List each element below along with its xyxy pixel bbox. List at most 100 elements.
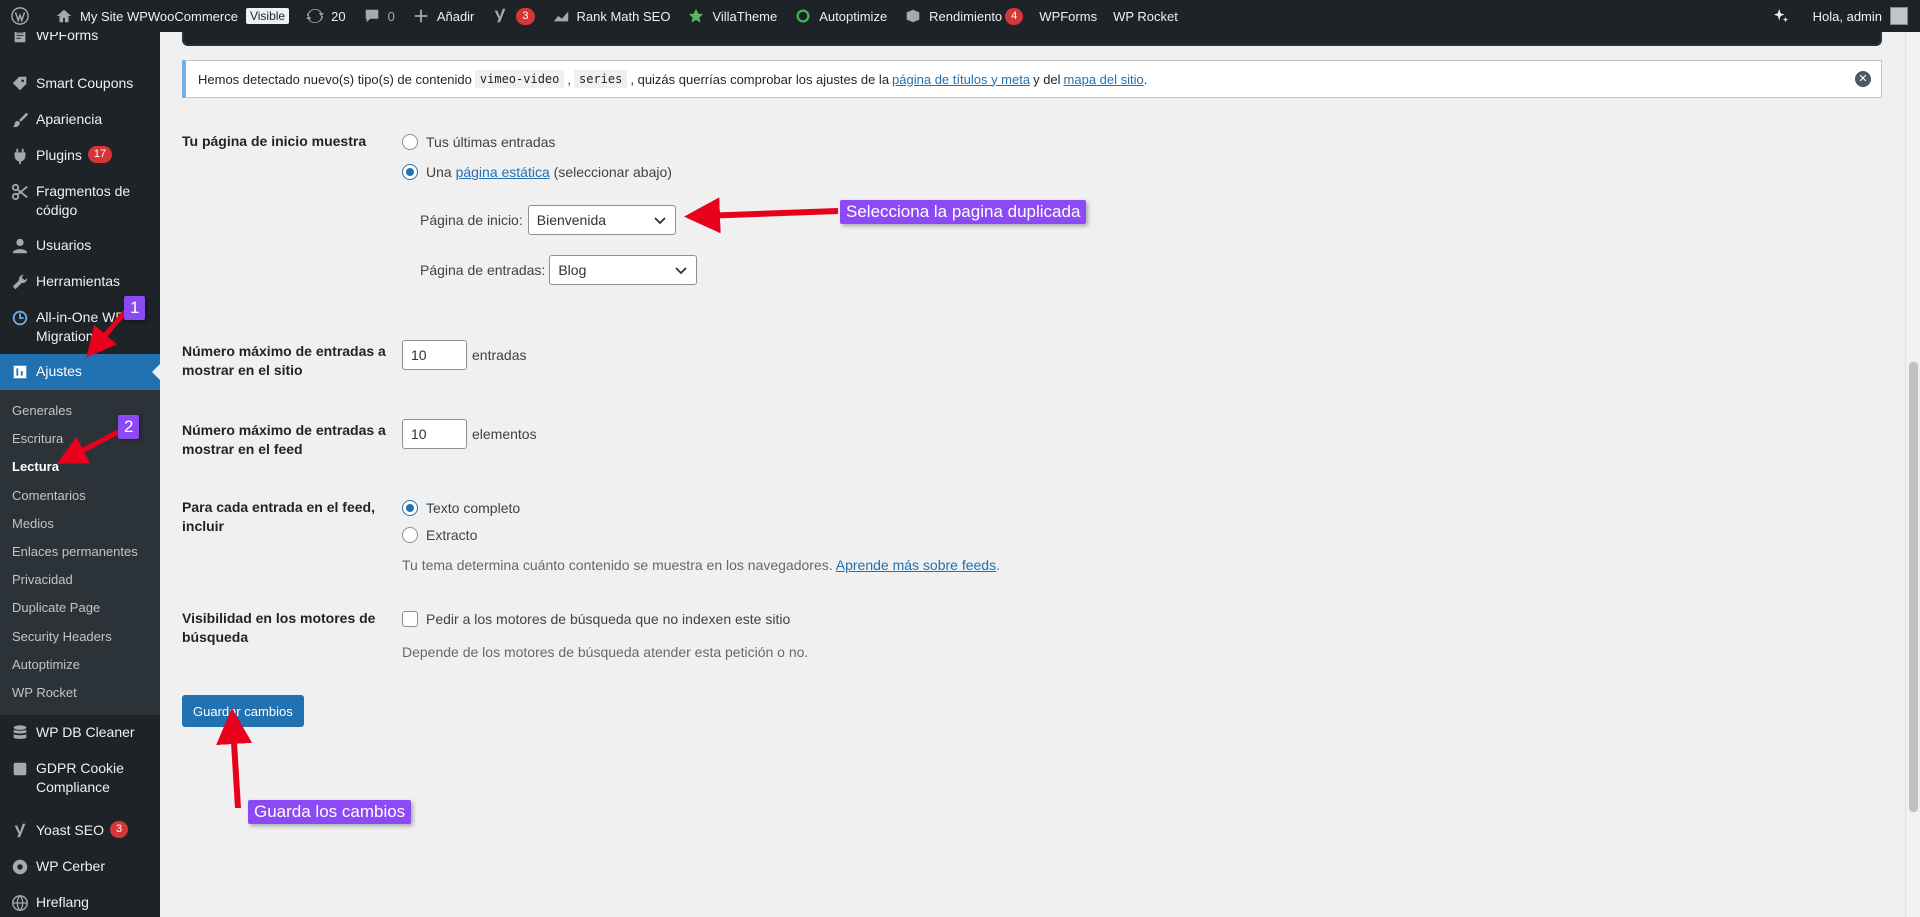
noindex-checkbox[interactable] [402,611,418,627]
submenu-enlaces-permanentes[interactable]: Enlaces permanentes [0,538,160,566]
menu-label: Ajustes [36,363,82,379]
menu-label: Yoast SEO [36,822,104,839]
rss-excerpt-options: Texto completo Extracto Tu tema determin… [402,498,1102,573]
rendimiento-label: Rendimiento [929,8,1003,24]
wrench-icon [10,272,30,292]
titles-meta-link[interactable]: página de títulos y meta [892,72,1030,87]
updates-menu[interactable]: 20 [297,0,353,32]
submenu-lectura[interactable]: Lectura [0,453,160,481]
desc-text: . [996,557,1000,573]
learn-feeds-link[interactable]: Aprende más sobre feeds [836,557,996,573]
posts-page-select[interactable]: Blog [549,255,698,285]
submenu-autoptimize[interactable]: Autoptimize [0,651,160,679]
home-icon [54,6,74,26]
submenu-wp-rocket[interactable]: WP Rocket [0,679,160,707]
ai-sparkle-menu[interactable] [1763,0,1805,32]
menu-wpforms[interactable]: WPForms [0,32,160,54]
save-changes-button[interactable]: Guardar cambios [182,695,304,727]
menu-fragmentos-codigo[interactable]: Fragmentos de código [0,174,160,228]
menu-ajustes[interactable]: Ajustes [0,354,160,390]
notice-text: y del [1033,71,1061,87]
menu-label: Plugins [36,147,82,163]
radio-label: Extracto [426,527,478,543]
posts-per-rss-input[interactable]: 10 [402,419,467,449]
rendimiento-menu[interactable]: Rendimiento 4 [895,0,1031,32]
radio-label: Texto completo [426,500,521,516]
static-page-link[interactable]: página estática [456,164,550,180]
submenu-security-headers[interactable]: Security Headers [0,623,160,651]
submenu-privacidad[interactable]: Privacidad [0,566,160,594]
annotation-select-duplicate: Selecciona la pagina duplicada [840,200,1087,224]
page-scrollbar[interactable] [1905,32,1920,917]
comments-menu[interactable]: 0 [354,0,403,32]
posts-per-page-unit: entradas [472,347,527,363]
performance-icon [903,6,923,26]
notice-code-vimeo: vimeo-video [474,70,565,88]
annotation-step-1: 1 [124,296,146,320]
menu-plugins[interactable]: Plugins 17 [0,138,160,174]
submenu-duplicate-page[interactable]: Duplicate Page [0,594,160,622]
cookie-icon [10,759,30,779]
menu-label: Smart Coupons [36,75,134,91]
autoptimize-menu[interactable]: Autoptimize [785,0,895,32]
option-latest-posts[interactable]: Tus últimas entradas [402,132,802,152]
wp-logo-menu[interactable] [0,0,46,32]
option-excerpt[interactable]: Extracto [402,525,1102,545]
menu-usuarios[interactable]: Usuarios [0,228,160,264]
my-account-menu[interactable]: Hola, admin [1805,0,1920,32]
home-page-select[interactable]: Bienvenida [527,205,676,235]
updates-icon [305,6,325,26]
villatheme-menu[interactable]: VillaTheme [678,0,785,32]
wpforms-adminbar-menu[interactable]: WPForms [1031,0,1105,32]
menu-herramientas[interactable]: Herramientas [0,264,160,300]
scrollbar-thumb[interactable] [1909,362,1918,812]
radio-latest-posts[interactable] [402,134,418,150]
menu-wp-db-cleaner[interactable]: WP DB Cleaner [0,715,160,751]
site-name: My Site WPWooCommerce [80,8,238,24]
menu-label: Fragmentos de código [36,183,131,218]
site-name-menu[interactable]: My Site WPWooCommerce Visible [46,0,297,32]
yoast-icon [10,821,30,841]
menu-hreflang[interactable]: Hreflang [0,885,160,917]
menu-label: WP Cerber [36,858,105,875]
posts-per-page-input[interactable]: 10 [402,340,467,370]
option-static-page[interactable]: Una página estática (seleccionar abajo) [402,162,802,182]
menu-yoast-seo[interactable]: Yoast SEO 3 [0,813,160,849]
checkbox-label: Pedir a los motores de búsqueda que no i… [426,611,791,627]
wordpress-icon [10,6,30,26]
globe-icon [10,893,30,913]
radio-label-suffix: (seleccionar abajo) [553,164,672,180]
radio-full-text[interactable] [402,500,418,516]
menu-apariencia[interactable]: Apariencia [0,102,160,138]
posts-page-field: Página de entradas: Blog [420,255,802,285]
autoptimize-label: Autoptimize [819,8,888,24]
star-icon [686,6,706,26]
noindex-option[interactable]: Pedir a los motores de búsqueda que no i… [402,609,1102,629]
greeting: Hola, admin [1812,8,1882,24]
scissors-icon [10,182,30,202]
wprocket-adminbar-menu[interactable]: WP Rocket [1105,0,1186,32]
radio-excerpt[interactable] [402,527,418,543]
notice-text: , quizás querrías comprobar los ajustes … [630,71,890,87]
updates-count: 20 [331,8,346,24]
menu-gdpr-cookie[interactable]: GDPR Cookie Compliance [0,751,160,805]
home-page-label: Página de inicio: [420,212,523,228]
submenu-medios[interactable]: Medios [0,510,160,538]
submenu-comentarios[interactable]: Comentarios [0,482,160,510]
user-icon [10,236,30,256]
dismiss-icon[interactable]: ✕ [1855,71,1871,87]
wprocket-label: WP Rocket [1113,8,1178,24]
brush-icon [10,110,30,130]
menu-label: WPForms [36,32,99,43]
yoast-adminbar-menu[interactable]: 3 [482,0,542,32]
sitemap-link[interactable]: mapa del sitio [1064,72,1144,87]
new-content-menu[interactable]: Añadir [403,0,483,32]
wpforms-icon [10,32,30,46]
menu-wp-cerber[interactable]: WP Cerber [0,849,160,885]
menu-smart-coupons[interactable]: Smart Coupons [0,66,160,102]
option-full-text[interactable]: Texto completo [402,498,1102,518]
rank-math-menu[interactable]: Rank Math SEO [543,0,679,32]
yoast-notification-count: 3 [109,821,129,839]
radio-static-page[interactable] [402,164,418,180]
menu-label: Usuarios [36,237,92,253]
